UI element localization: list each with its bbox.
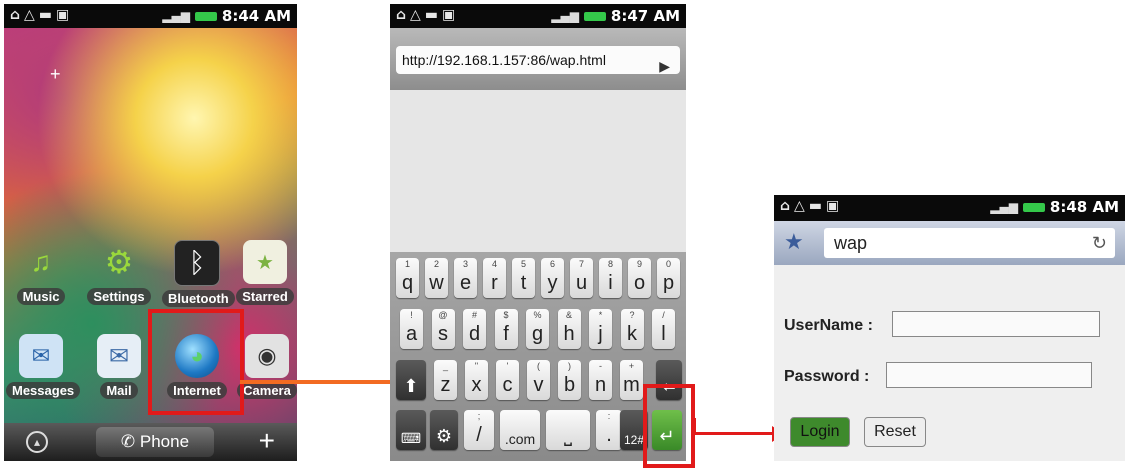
username-field[interactable] [892, 311, 1100, 337]
url-text: http://192.168.1.157:86/wap.html [402, 52, 606, 68]
key-w[interactable]: 2w [425, 258, 448, 298]
app-label: Messages [6, 382, 81, 399]
space-key[interactable]: ⎵ [546, 410, 590, 450]
mail-icon: ✉ [97, 334, 141, 378]
messages-icon: ✉ [19, 334, 63, 378]
camera-icon: ◉ [245, 334, 289, 378]
app-label: Bluetooth [162, 290, 235, 307]
key-p[interactable]: 0p [657, 258, 680, 298]
key-e[interactable]: 3e [454, 258, 477, 298]
settings-key-icon[interactable]: ⚙ [430, 410, 458, 450]
signal-icon: ▂▄▆ [990, 200, 1018, 214]
password-label: Password : [784, 368, 870, 385]
slash-key[interactable]: ; / [464, 410, 494, 450]
key-j[interactable]: * j [589, 309, 612, 349]
url-bar: ★ wap ↻ [774, 221, 1125, 265]
phone-button[interactable]: ✆ Phone [96, 427, 214, 457]
url-input[interactable]: http://192.168.1.157:86/wap.html ▶ [396, 46, 680, 74]
key-r[interactable]: 4r [483, 258, 506, 298]
app-bluetooth[interactable]: ᛒ Bluetooth [162, 240, 235, 308]
key-k[interactable]: ? k [620, 309, 644, 349]
password-field[interactable] [886, 362, 1092, 388]
app-label: Settings [87, 288, 151, 305]
dotcom-key[interactable]: .com [500, 410, 540, 450]
period-key[interactable]: :. [596, 410, 622, 450]
music-note-icon: ♫ [30, 246, 52, 277]
key-c[interactable]: ' c [496, 360, 519, 400]
key-d[interactable]: # d [463, 309, 486, 349]
key-m[interactable]: + m [620, 360, 643, 400]
key-l[interactable]: / l [652, 309, 675, 349]
app-messages[interactable]: ✉ Messages [6, 334, 81, 400]
key-v[interactable]: (v [527, 360, 550, 400]
username-label: UserName : [784, 317, 873, 334]
notification-icons: ⌂△▬▣ [10, 7, 74, 23]
key-i[interactable]: 8i [599, 258, 622, 298]
key-n[interactable]: -n [589, 360, 612, 400]
key-q[interactable]: 1q [396, 258, 419, 298]
app-music[interactable]: ♫ Music [6, 240, 76, 306]
key-x[interactable]: " x [465, 360, 488, 400]
app-starred[interactable]: ★ Starred [230, 240, 297, 306]
status-time: 8:48 AM [1049, 198, 1119, 216]
battery-icon [1022, 202, 1045, 212]
bookmark-star-icon[interactable]: ★ [784, 229, 804, 255]
key-f[interactable]: $ f [494, 309, 518, 349]
keyboard: 1 q 2 w 3 e 4 r 5 t 6 y 7 u 8 i 9 o 0 p ! a @ s # d $ f% g & h * j? k / l _ z… [390, 252, 686, 461]
arrow-line [693, 432, 775, 435]
key-t[interactable]: 5t [512, 258, 535, 298]
login-button[interactable]: Login [790, 417, 850, 447]
notification-icons: ⌂△▬▣ [780, 198, 844, 214]
key-a[interactable]: ! a [400, 309, 423, 349]
phone-label: Phone [139, 432, 190, 451]
app-label: Mail [100, 382, 138, 399]
app-label: Starred [236, 288, 294, 305]
key-z[interactable]: _ z [434, 360, 457, 400]
key-s[interactable]: @ s [431, 309, 455, 349]
key-y[interactable]: 6y [541, 258, 564, 298]
status-time: 8:47 AM [610, 7, 680, 25]
url-bar: http://192.168.1.157:86/wap.html ▶ [390, 28, 686, 90]
highlight-internet [148, 309, 244, 415]
key-g[interactable]: % g [526, 309, 549, 349]
key-b[interactable]: ) b [558, 360, 581, 400]
add-icon[interactable]: + [259, 425, 275, 457]
dock: ▴ ✆ Phone + [4, 423, 297, 461]
status-time: 8:44 AM [221, 7, 291, 25]
key-u[interactable]: 7u [570, 258, 593, 298]
signal-icon: ▂▄▆ [551, 9, 579, 23]
gear-icon: ⚙ [104, 244, 134, 280]
go-arrow-icon[interactable]: ▶ [659, 52, 670, 80]
login-page-screen: ⌂△▬▣ ▂▄▆ 8:48 AM ★ wap ↻ UserName : Pass… [774, 195, 1125, 461]
reset-button[interactable]: Reset [864, 417, 926, 447]
highlight-enter [643, 384, 695, 468]
browser-url-screen: ⌂△▬▣ ▂▄▆ 8:47 AM http://192.168.1.157:86… [390, 4, 686, 461]
battery-icon [194, 11, 217, 21]
app-settings[interactable]: ⚙ Settings [84, 240, 154, 306]
status-bar: ⌂△▬▣ ▂▄▆ 8:44 AM [4, 4, 297, 28]
shift-key[interactable]: ⬆ [396, 360, 426, 400]
reload-icon[interactable]: ↻ [1092, 228, 1107, 258]
app-label: Camera [237, 382, 297, 399]
bluetooth-icon: ᛒ [174, 240, 220, 286]
signal-icon: ▂▄▆ [162, 9, 190, 23]
url-text: wap [834, 233, 868, 253]
app-drawer-icon[interactable]: ▴ [26, 431, 48, 453]
sparkle-icon: + [50, 64, 61, 84]
status-bar: ⌂△▬▣ ▂▄▆ 8:47 AM [390, 4, 686, 28]
battery-icon [583, 11, 606, 21]
notification-icons: ⌂△▬▣ [396, 7, 460, 23]
keyboard-icon[interactable]: ⌨ [396, 410, 426, 450]
folder-star-icon: ★ [243, 240, 287, 284]
app-mail[interactable]: ✉ Mail [84, 334, 154, 400]
status-bar: ⌂△▬▣ ▂▄▆ 8:48 AM [774, 195, 1125, 221]
key-o[interactable]: 9o [628, 258, 651, 298]
url-input[interactable]: wap ↻ [824, 228, 1115, 258]
phone-icon: ✆ [120, 432, 140, 451]
app-label: Music [16, 288, 66, 305]
key-h[interactable]: & h [557, 309, 581, 349]
